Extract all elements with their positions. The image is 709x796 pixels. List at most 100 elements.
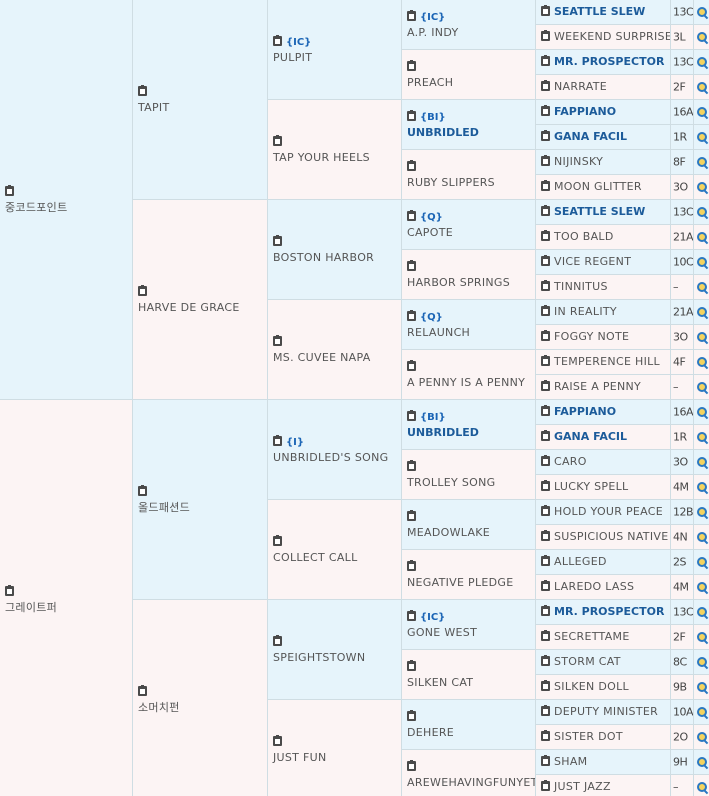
clipboard-icon[interactable] — [273, 634, 282, 646]
clipboard-icon[interactable] — [138, 684, 147, 696]
clipboard-icon[interactable] — [273, 134, 282, 146]
clipboard-icon[interactable] — [273, 534, 282, 546]
magnifier-search-icon[interactable] — [696, 582, 708, 595]
clipboard-icon[interactable] — [541, 430, 550, 441]
clipboard-icon[interactable] — [407, 109, 416, 121]
magnifier-search-icon[interactable] — [696, 757, 708, 770]
horse-name-link[interactable]: SEATTLE SLEW — [554, 4, 645, 20]
clipboard-icon[interactable] — [541, 105, 550, 116]
horse-name-link[interactable]: DEPUTY MINISTER — [554, 704, 658, 720]
clipboard-icon[interactable] — [273, 234, 282, 246]
clipboard-icon[interactable] — [541, 180, 550, 191]
clipboard-icon[interactable] — [541, 655, 550, 666]
clipboard-icon[interactable] — [407, 509, 416, 521]
clipboard-icon[interactable] — [273, 334, 282, 346]
clipboard-icon[interactable] — [541, 5, 550, 16]
clipboard-icon[interactable] — [5, 184, 14, 196]
horse-name-link[interactable]: SILKEN CAT — [407, 676, 473, 689]
horse-name-link[interactable]: MOON GLITTER — [554, 179, 642, 195]
clipboard-icon[interactable] — [273, 34, 282, 46]
clipboard-icon[interactable] — [541, 505, 550, 516]
horse-name-link[interactable]: TINNITUS — [554, 279, 608, 295]
magnifier-search-icon[interactable] — [696, 557, 708, 570]
horse-name-link[interactable]: CARO — [554, 454, 587, 470]
horse-name-link[interactable]: MS. CUVEE NAPA — [273, 351, 371, 364]
horse-name-link[interactable]: MR. PROSPECTOR — [554, 54, 664, 70]
clipboard-icon[interactable] — [273, 734, 282, 746]
horse-name-link[interactable]: JUST FUN — [273, 751, 327, 764]
horse-name-link[interactable]: A.P. INDY — [407, 26, 459, 39]
magnifier-search-icon[interactable] — [696, 207, 708, 220]
clipboard-icon[interactable] — [541, 230, 550, 241]
horse-name-link[interactable]: AREWEHAVINGFUNYET — [407, 776, 535, 789]
magnifier-search-icon[interactable] — [696, 632, 708, 645]
horse-name-link[interactable]: 올드패션드 — [138, 501, 190, 514]
clipboard-icon[interactable] — [541, 605, 550, 616]
horse-name-link[interactable]: SHAM — [554, 754, 587, 770]
horse-name-link[interactable]: LUCKY SPELL — [554, 479, 628, 495]
clipboard-icon[interactable] — [541, 780, 550, 791]
magnifier-search-icon[interactable] — [696, 357, 708, 370]
horse-name-link[interactable]: GANA FACIL — [554, 429, 627, 445]
clipboard-icon[interactable] — [407, 209, 416, 221]
horse-name-link[interactable]: NEGATIVE PLEDGE — [407, 576, 513, 589]
magnifier-search-icon[interactable] — [696, 332, 708, 345]
horse-name-link[interactable]: MR. PROSPECTOR — [554, 604, 664, 620]
clipboard-icon[interactable] — [541, 405, 550, 416]
horse-name-link[interactable]: IN REALITY — [554, 304, 617, 320]
horse-name-link[interactable]: GONE WEST — [407, 626, 477, 639]
horse-name-link[interactable]: ALLEGED — [554, 554, 607, 570]
clipboard-icon[interactable] — [541, 530, 550, 541]
horse-name-link[interactable]: 그레이트퍼 — [5, 601, 57, 614]
horse-name-link[interactable]: FOGGY NOTE — [554, 329, 629, 345]
horse-name-link[interactable]: PULPIT — [273, 51, 312, 64]
magnifier-search-icon[interactable] — [696, 457, 708, 470]
clipboard-icon[interactable] — [407, 659, 416, 671]
clipboard-icon[interactable] — [407, 459, 416, 471]
horse-name-link[interactable]: HOLD YOUR PEACE — [554, 504, 663, 520]
horse-name-link[interactable]: HARVE DE GRACE — [138, 301, 240, 314]
clipboard-icon[interactable] — [407, 609, 416, 621]
magnifier-search-icon[interactable] — [696, 182, 708, 195]
horse-name-link[interactable]: SEATTLE SLEW — [554, 204, 645, 220]
horse-name-link[interactable]: SUSPICIOUS NATIVE — [554, 529, 668, 545]
horse-name-link[interactable]: MEADOWLAKE — [407, 526, 490, 539]
magnifier-search-icon[interactable] — [696, 132, 708, 145]
horse-name-link[interactable]: JUST JAZZ — [554, 779, 611, 795]
horse-name-link[interactable]: STORM CAT — [554, 654, 621, 670]
clipboard-icon[interactable] — [541, 555, 550, 566]
clipboard-icon[interactable] — [541, 730, 550, 741]
horse-name-link[interactable]: UNBRIDLED — [407, 126, 479, 139]
clipboard-icon[interactable] — [541, 330, 550, 341]
horse-name-link[interactable]: NARRATE — [554, 79, 607, 95]
clipboard-icon[interactable] — [407, 359, 416, 371]
magnifier-search-icon[interactable] — [696, 32, 708, 45]
magnifier-search-icon[interactable] — [696, 382, 708, 395]
magnifier-search-icon[interactable] — [696, 407, 708, 420]
clipboard-icon[interactable] — [541, 680, 550, 691]
horse-name-link[interactable]: VICE REGENT — [554, 254, 631, 270]
clipboard-icon[interactable] — [541, 580, 550, 591]
horse-name-link[interactable]: BOSTON HARBOR — [273, 251, 374, 264]
magnifier-search-icon[interactable] — [696, 57, 708, 70]
magnifier-search-icon[interactable] — [696, 482, 708, 495]
clipboard-icon[interactable] — [541, 30, 550, 41]
horse-name-link[interactable]: 중코드포인트 — [5, 201, 68, 214]
horse-name-link[interactable]: TROLLEY SONG — [407, 476, 495, 489]
clipboard-icon[interactable] — [541, 705, 550, 716]
magnifier-search-icon[interactable] — [696, 232, 708, 245]
horse-name-link[interactable]: TAPIT — [138, 101, 170, 114]
clipboard-icon[interactable] — [541, 130, 550, 141]
magnifier-search-icon[interactable] — [696, 82, 708, 95]
clipboard-icon[interactable] — [407, 9, 416, 21]
horse-name-link[interactable]: RELAUNCH — [407, 326, 470, 339]
magnifier-search-icon[interactable] — [696, 432, 708, 445]
magnifier-search-icon[interactable] — [696, 707, 708, 720]
clipboard-icon[interactable] — [541, 380, 550, 391]
magnifier-search-icon[interactable] — [696, 257, 708, 270]
horse-name-link[interactable]: HARBOR SPRINGS — [407, 276, 510, 289]
clipboard-icon[interactable] — [541, 155, 550, 166]
horse-name-link[interactable]: GANA FACIL — [554, 129, 627, 145]
clipboard-icon[interactable] — [541, 305, 550, 316]
horse-name-link[interactable]: RUBY SLIPPERS — [407, 176, 495, 189]
